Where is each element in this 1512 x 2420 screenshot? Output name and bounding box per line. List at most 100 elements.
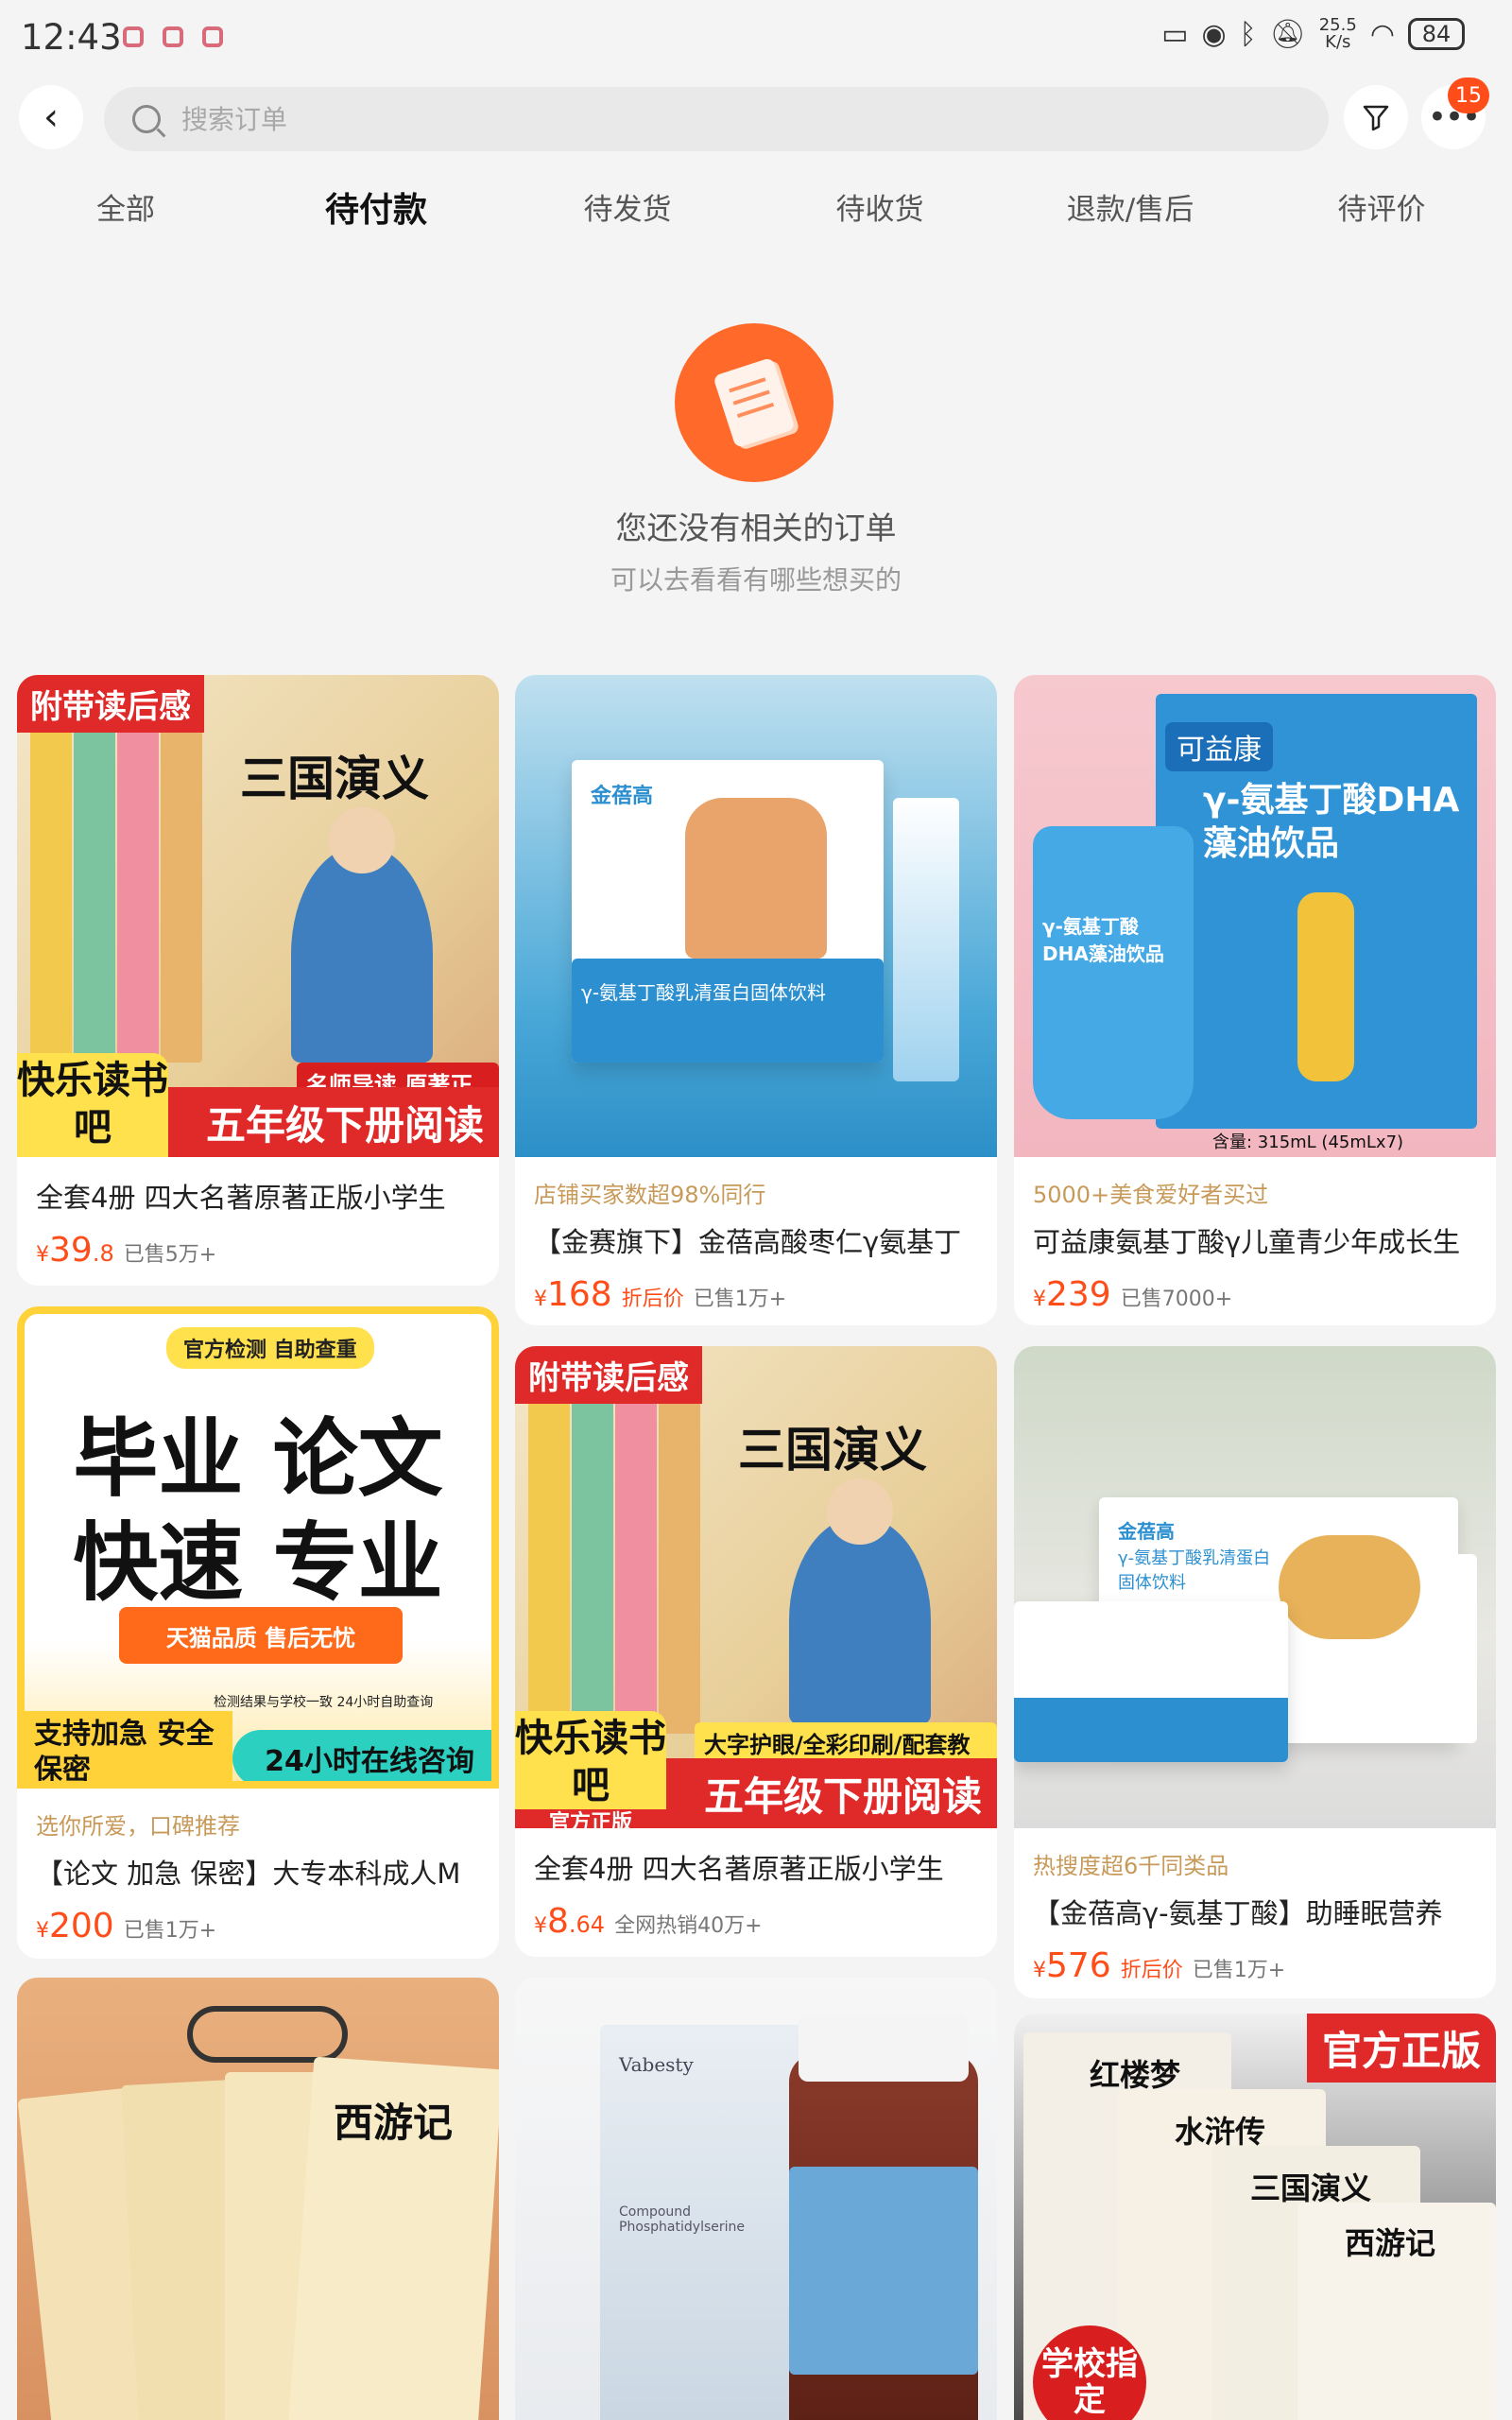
product-image[interactable]: 金蓓高 γ-氨基丁酸乳清蛋白固体饮料 <box>1014 1346 1496 1828</box>
product-price: ¥239 <box>1033 1275 1111 1314</box>
pouch-name: γ-氨基丁酸DHA藻油饮品 <box>1042 915 1164 965</box>
yellow-box-sub: 官方正版 <box>515 1809 666 1828</box>
product-card[interactable]: 官方正版 红楼梦 水浒传 三国演义 西游记 学校指定 <box>1014 2014 1496 2420</box>
status-indicators: ▭ ◉ ᛒ 🔕︎ 25.5 K/s ◠ 84 <box>1161 17 1465 51</box>
box-label: Compound Phosphatidylserine <box>619 2204 745 2235</box>
discount-label: 折后价 <box>1120 1959 1183 1982</box>
product-image[interactable]: 附带读后感 三国演义 大字护眼/全彩印刷/配套教材 五年级下册阅读 快乐读书吧 … <box>515 1346 997 1828</box>
stick-pack <box>1430 1554 1477 1743</box>
box-brand: 金蓓高 <box>591 785 654 808</box>
app-notification-icon <box>163 26 183 47</box>
price-row: ¥576 折后价 已售1万+ <box>1033 1946 1477 1985</box>
product-image[interactable]: 可益康 γ-氨基丁酸DHA藻油饮品 γ-氨基丁酸DHA藻油饮品 含量: 315m… <box>1014 675 1496 1157</box>
search-icon <box>132 105 161 133</box>
price-row: ¥239 已售7000+ <box>1033 1275 1477 1314</box>
tab-all[interactable]: 全部 <box>96 185 155 228</box>
order-list-icon <box>713 356 796 449</box>
product-card[interactable]: 附带读后感 三国演义 大字护眼/全彩印刷/配套教材 五年级下册阅读 快乐读书吧 … <box>515 1346 997 1957</box>
book-spine <box>615 1374 657 1734</box>
app-notification-icon <box>202 26 223 47</box>
box-name: γ-氨基丁酸乳清蛋白固体饮料 <box>1118 1548 1271 1593</box>
box-brand: 可益康 <box>1165 722 1273 771</box>
poster-top-badge: 官方检测 自助查重 <box>166 1327 374 1369</box>
illustration-figure <box>291 845 433 1063</box>
product-tagline: 5000+美食爱好者买过 <box>1033 1182 1269 1208</box>
tab-pending-shipment[interactable]: 待发货 <box>584 185 672 228</box>
app-notification-icon <box>123 26 144 47</box>
battery-indicator: 84 <box>1408 18 1465 50</box>
product-card[interactable]: 官方检测 自助查重 毕业 论文 快速 专业 天猫品质 售后无忧 检测结果与学校一… <box>17 1306 499 1959</box>
eye-icon: ◉ <box>1201 17 1227 51</box>
product-card[interactable]: 附带读后感 三国演义 名师导读 原著正版 五年级下册阅读 快乐读书吧 全套4册 … <box>17 675 499 1286</box>
product-card[interactable]: Vabesty Compound Phosphatidylserine <box>515 1978 997 2420</box>
poster-note: 检测结果与学校一致 24小时自助查询 <box>214 1695 434 1710</box>
product-price: ¥39.8 <box>36 1231 114 1270</box>
product-image[interactable]: 金蓓高 γ-氨基丁酸乳清蛋白固体饮料 <box>515 675 997 1157</box>
book-title-text: 西游记 <box>334 2100 454 2146</box>
price-row: ¥200 已售1万+ <box>36 1907 480 1945</box>
book-title-text: 三国演义 <box>738 1422 927 1478</box>
filter-button[interactable] <box>1344 85 1408 149</box>
back-button[interactable]: ‹ <box>19 85 83 149</box>
image-banner: 附带读后感 <box>17 675 204 733</box>
product-card[interactable]: 金蓓高 γ-氨基丁酸乳清蛋白固体饮料 店铺买家数超98%同行 【金赛旗下】金蓓高… <box>515 675 997 1325</box>
product-image[interactable]: Vabesty Compound Phosphatidylserine <box>515 1978 997 2420</box>
product-image[interactable]: 官方正版 红楼梦 水浒传 三国演义 西游记 学校指定 <box>1014 2014 1496 2420</box>
product-tagline: 热搜度超6千同类品 <box>1033 1853 1229 1879</box>
search-bar[interactable] <box>104 87 1329 151</box>
poster-ribbon: 天猫品质 售后无忧 <box>119 1607 403 1664</box>
filter-icon <box>1363 105 1389 131</box>
glasses-illustration <box>187 2006 348 2063</box>
product-price: ¥168 <box>534 1275 612 1314</box>
product-image[interactable]: 官方检测 自助查重 毕业 论文 快速 专业 天猫品质 售后无忧 检测结果与学校一… <box>17 1306 499 1789</box>
image-yellow-box: 快乐读书吧 <box>17 1053 168 1157</box>
sold-count: 已售1万+ <box>1192 1959 1286 1982</box>
poster-left-box: 支持加急 安全保密 <box>25 1711 232 1781</box>
bottle-cap <box>799 2015 969 2082</box>
product-image[interactable]: 西游记 <box>17 1978 499 2420</box>
product-title: 【金蓓高γ-氨基丁酸】助睡眠营养 <box>1033 1897 1443 1929</box>
product-price: ¥8.64 <box>534 1902 606 1941</box>
product-title: 【金赛旗下】金蓓高酸枣仁γ氨基丁 <box>534 1226 962 1258</box>
box-brand: 金蓓高 <box>1118 1520 1175 1543</box>
product-image[interactable]: 附带读后感 三国演义 名师导读 原著正版 五年级下册阅读 快乐读书吧 <box>17 675 499 1157</box>
book-title-text: 西游记 <box>1345 2225 1436 2261</box>
stick-pack <box>893 798 959 1081</box>
product-tagline: 选你所爱，口碑推荐 <box>36 1813 240 1840</box>
product-title: 可益康氨基丁酸γ儿童青少年成长生 <box>1033 1226 1461 1258</box>
tab-pending-payment[interactable]: 待付款 <box>325 182 427 232</box>
book-spine <box>659 1374 700 1734</box>
book-spine <box>528 1374 570 1734</box>
product-card[interactable]: 西游记 <box>17 1978 499 2420</box>
tab-pending-review[interactable]: 待评价 <box>1338 185 1426 228</box>
bottle-label <box>789 2167 978 2375</box>
search-input[interactable] <box>181 103 1221 135</box>
image-banner: 附带读后感 <box>515 1346 702 1404</box>
book-title-text: 三国演义 <box>240 751 429 806</box>
order-tabs: 全部 待付款 待发货 待收货 退款/售后 待评价 <box>0 185 1512 242</box>
tab-refund-aftersale[interactable]: 退款/售后 <box>1067 185 1194 228</box>
product-card[interactable]: 可益康 γ-氨基丁酸DHA藻油饮品 γ-氨基丁酸DHA藻油饮品 含量: 315m… <box>1014 675 1496 1325</box>
image-banner: 官方正版 <box>1306 2014 1496 2083</box>
book-spine <box>74 703 115 1063</box>
sold-count: 已售1万+ <box>693 1288 787 1311</box>
product-card[interactable]: 金蓓高 γ-氨基丁酸乳清蛋白固体饮料 热搜度超6千同类品 【金蓓高γ-氨基丁酸】… <box>1014 1346 1496 1998</box>
illustration-head <box>329 807 395 873</box>
illustration-head <box>827 1478 893 1545</box>
discount-label: 折后价 <box>621 1288 684 1311</box>
box-name: γ-氨基丁酸DHA藻油饮品 <box>1203 781 1460 863</box>
illustration-figure <box>789 1516 931 1724</box>
book-spine <box>117 703 159 1063</box>
image-yellow-box: 快乐读书吧 官方正版 <box>515 1711 666 1828</box>
product-title: 【论文 加急 保密】大专本科成人M <box>36 1858 461 1890</box>
box-brand: Vabesty <box>619 2053 694 2076</box>
giraffe-illustration <box>685 798 827 959</box>
sold-count: 已售5万+ <box>123 1243 217 1267</box>
status-time: 12:43 <box>21 17 122 58</box>
network-speed: 25.5 K/s <box>1319 17 1357 51</box>
empty-state-title: 您还没有相关的订单 <box>615 510 897 546</box>
book-spine <box>572 1374 613 1734</box>
product-tagline: 店铺买家数超98%同行 <box>534 1182 766 1208</box>
sold-count: 已售1万+ <box>123 1919 217 1943</box>
tab-pending-receipt[interactable]: 待收货 <box>836 185 924 228</box>
